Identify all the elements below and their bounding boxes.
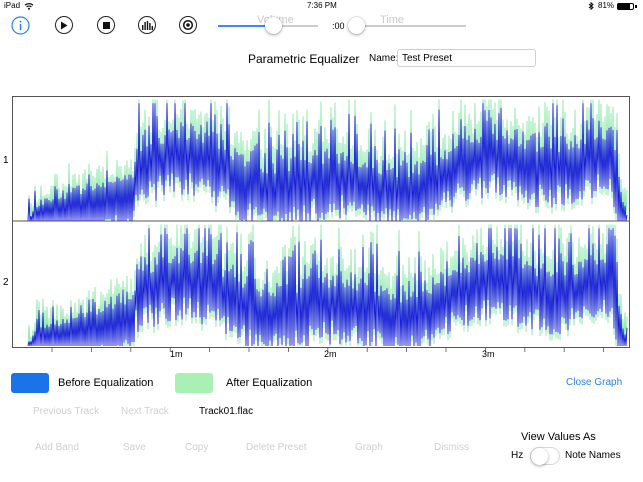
add-band-button[interactable]: Add Band <box>35 442 79 453</box>
copy-button[interactable]: Copy <box>185 442 208 453</box>
preset-name-input[interactable] <box>397 49 536 67</box>
info-button[interactable] <box>11 16 30 35</box>
view-values-title: View Values As <box>521 431 596 443</box>
play-button[interactable] <box>55 16 73 34</box>
view-values-toggle[interactable] <box>530 447 560 465</box>
toggle-knob[interactable] <box>531 448 548 465</box>
channel-1-before-trace <box>27 103 628 222</box>
graph-button[interactable]: Graph <box>355 442 383 453</box>
channel-label-2: 2 <box>3 277 9 288</box>
spectrum-icon <box>141 20 153 30</box>
time-readout: :00 <box>332 21 345 31</box>
repeat-icon <box>182 19 194 31</box>
battery-icon <box>617 3 634 10</box>
status-bar: iPad 7:36 PM 81% <box>0 0 643 12</box>
after-equalization-swatch <box>175 373 213 393</box>
delete-preset-button[interactable]: Delete Preset <box>246 442 307 453</box>
time-tick-1m: 1m <box>170 349 183 359</box>
status-time: 7:36 PM <box>307 1 337 10</box>
repeat-button[interactable] <box>179 16 197 34</box>
channel-label-1: 1 <box>3 155 9 166</box>
battery-percent: 81% <box>598 1 615 10</box>
wifi-icon <box>24 3 34 10</box>
track-filename: Track01.flac <box>199 406 254 417</box>
time-tick-2m: 2m <box>324 349 337 359</box>
time-slider-knob[interactable] <box>348 17 365 34</box>
channel-2-before-trace <box>27 228 628 347</box>
save-button[interactable]: Save <box>123 442 146 453</box>
before-equalization-label: Before Equalization <box>58 377 154 389</box>
volume-slider-knob[interactable] <box>264 17 282 34</box>
note-names-option-label: Note Names <box>565 450 621 461</box>
previous-track-button[interactable]: Previous Track <box>33 406 99 417</box>
before-equalization-swatch <box>11 373 49 393</box>
info-icon <box>11 16 30 35</box>
next-track-button[interactable]: Next Track <box>121 406 169 417</box>
time-slider[interactable]: Time <box>348 13 468 39</box>
name-label: Name: <box>369 53 399 64</box>
close-graph-button[interactable]: Close Graph <box>566 377 622 388</box>
device-name: iPad <box>4 1 21 10</box>
stop-button[interactable] <box>97 16 115 34</box>
bluetooth-icon <box>588 2 594 10</box>
page-title: Parametric Equalizer <box>248 52 360 66</box>
time-tick-3m: 3m <box>482 349 495 359</box>
dismiss-button[interactable]: Dismiss <box>434 442 469 453</box>
stop-icon <box>102 21 110 29</box>
waveform-plot: 1m 2m 3m <box>12 99 630 359</box>
play-icon <box>61 21 68 29</box>
spectrum-button[interactable] <box>138 16 156 34</box>
volume-slider[interactable]: Volume <box>218 13 322 39</box>
hz-option-label: Hz <box>511 450 524 461</box>
after-equalization-label: After Equalization <box>226 377 313 389</box>
